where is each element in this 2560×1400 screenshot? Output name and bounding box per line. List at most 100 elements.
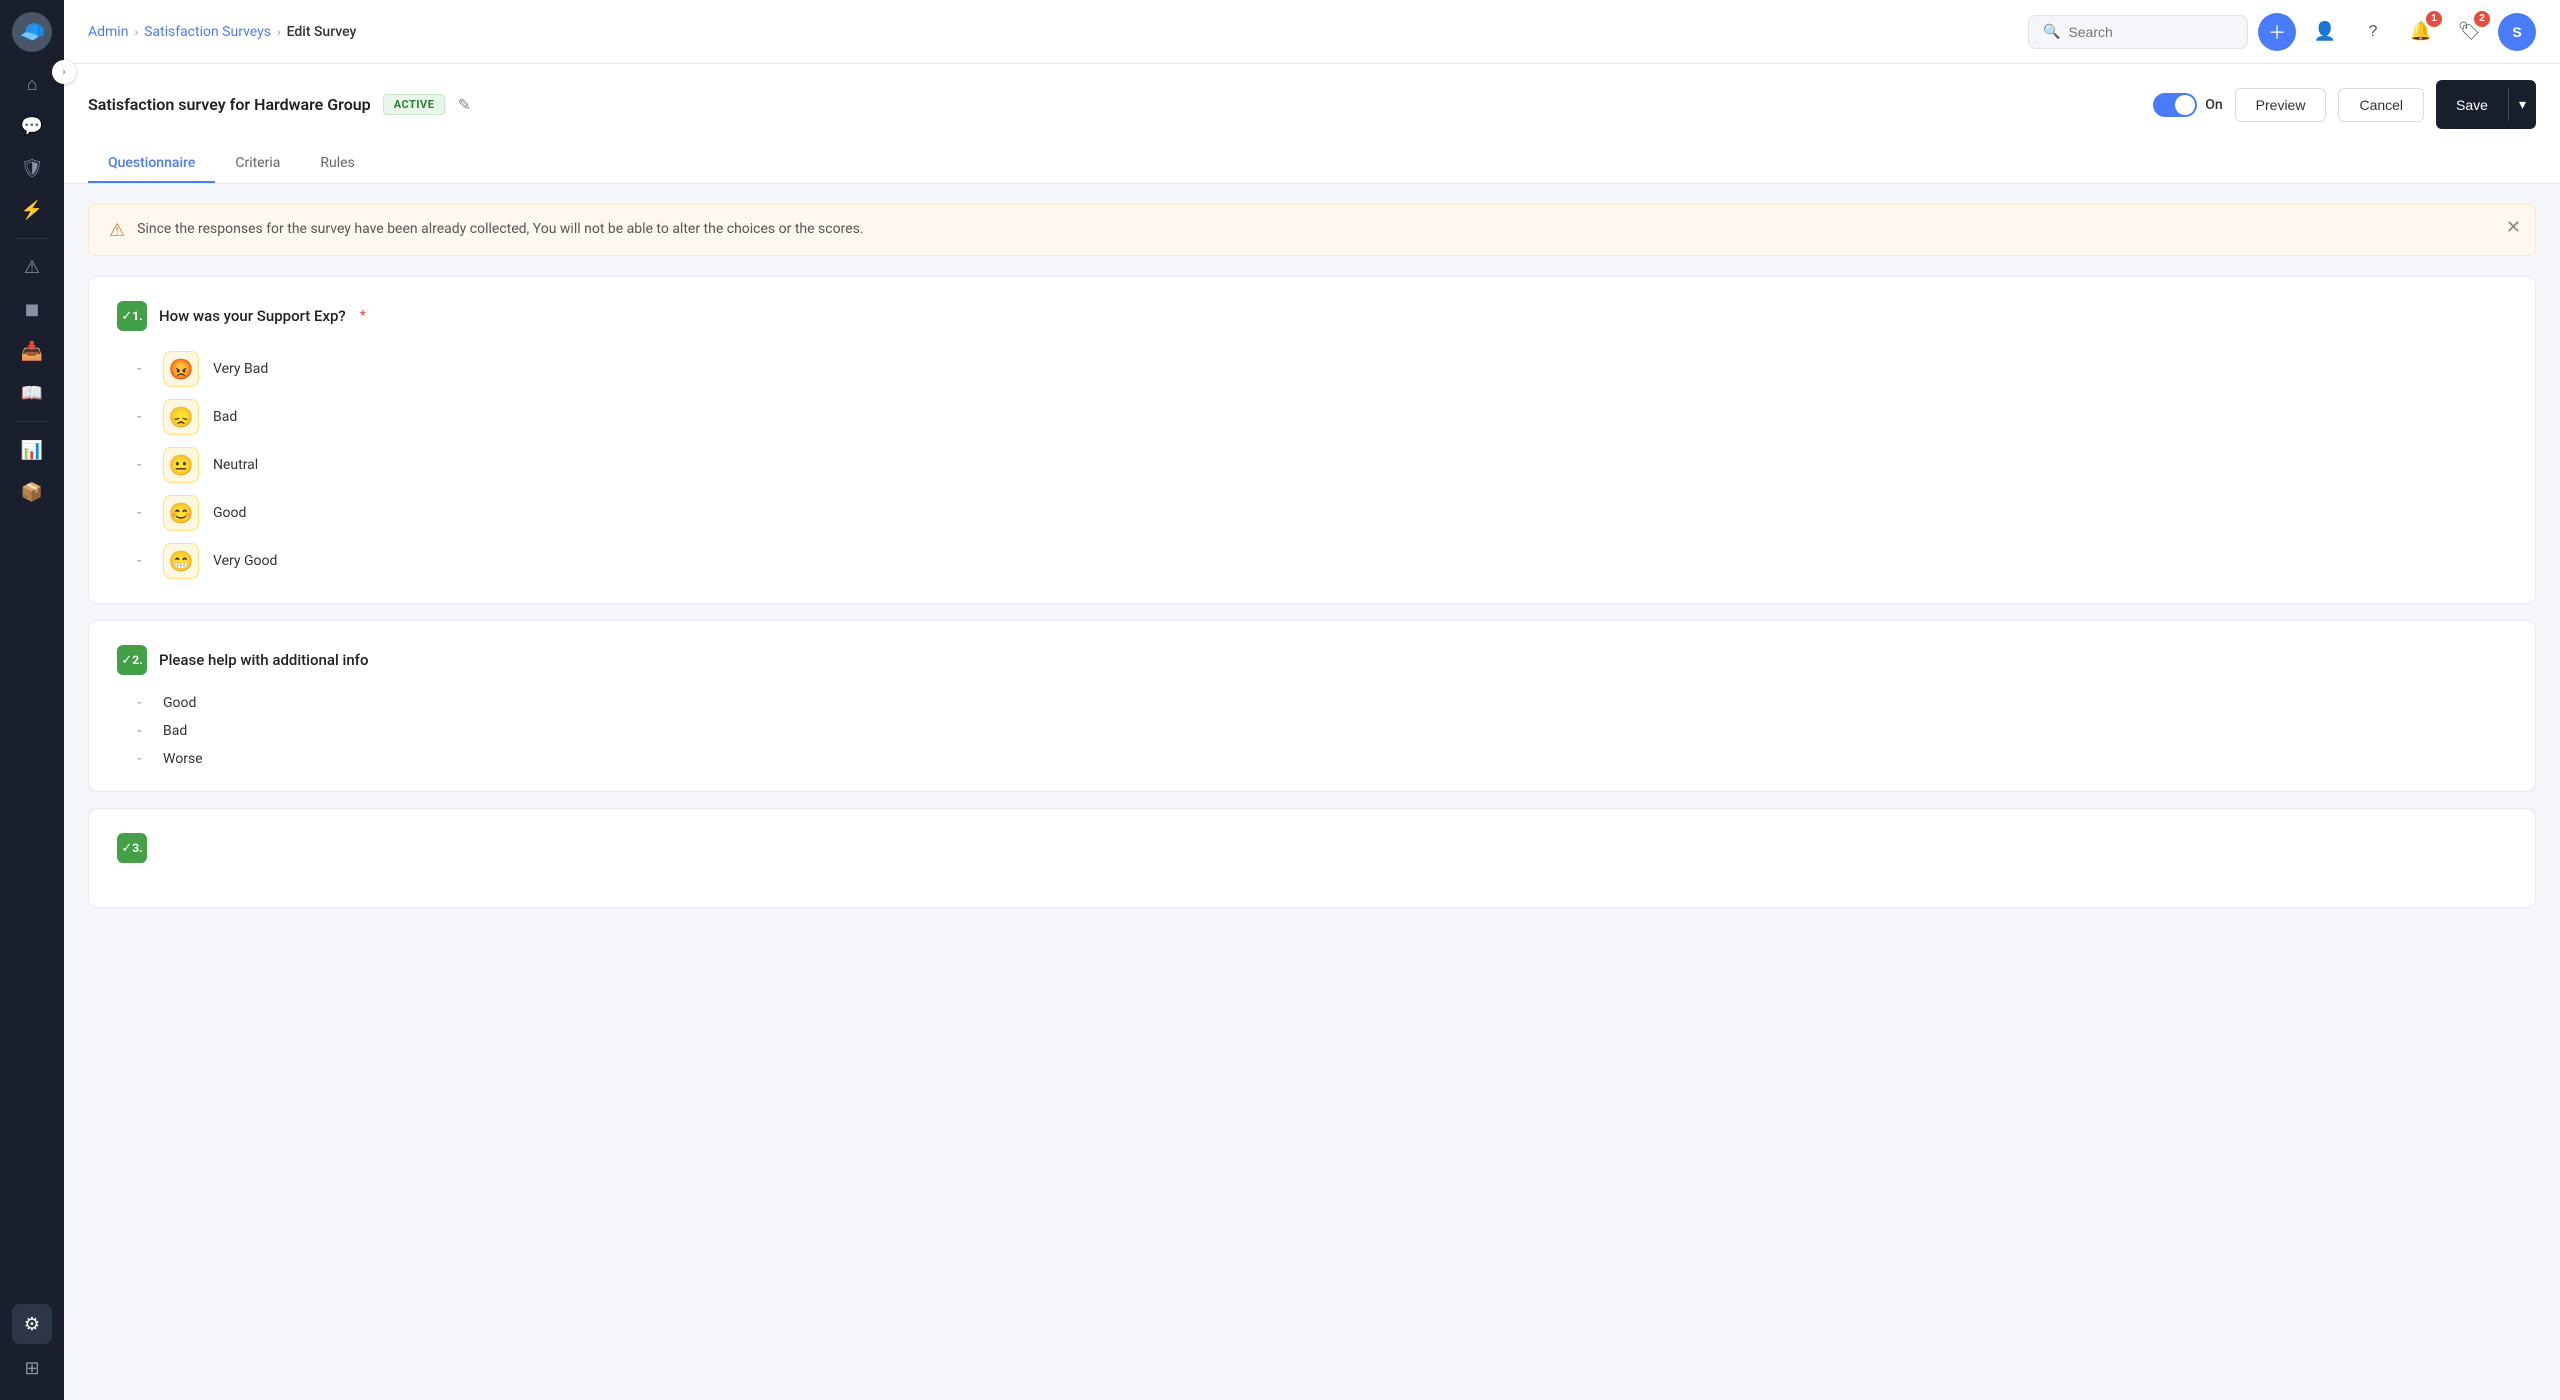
question-3-number: 3. — [132, 841, 142, 855]
sidebar-nav: ⌂ 💬 🛡 ⚡ ⚠ ◼ 📥 📖 📊 📦 — [0, 64, 64, 512]
question-3-header: ✓ 3. — [117, 833, 2507, 863]
question-2-answers: - Good - Bad - Worse — [117, 695, 2507, 767]
toggle-label: On — [2153, 93, 2222, 117]
status-badge: ACTIVE — [383, 94, 446, 115]
breadcrumb-sep-1: › — [134, 25, 138, 39]
answer-item-good: - 😊 Good — [137, 495, 2507, 531]
question-1-header: ✓ 1. How was your Support Exp? * — [117, 301, 2507, 331]
chart-icon[interactable]: 📊 — [12, 430, 52, 470]
save-button[interactable]: Save ▾ — [2436, 80, 2536, 129]
topnav: Admin › Satisfaction Surveys › Edit Surv… — [64, 0, 2560, 64]
emoji-very-good: 😁 — [163, 543, 199, 579]
breadcrumb-section[interactable]: Satisfaction Surveys — [144, 24, 271, 40]
layers-icon[interactable]: ◼ — [12, 289, 52, 329]
sidebar-toggle[interactable]: › — [52, 60, 76, 84]
main-content: Admin › Satisfaction Surveys › Edit Surv… — [64, 0, 2560, 1400]
question-2-number: 2. — [132, 653, 142, 667]
search-input[interactable] — [2068, 24, 2233, 40]
help-button[interactable]: ? — [2354, 13, 2392, 51]
answer-label-bad-2: Bad — [163, 723, 187, 739]
survey-tabs: Questionnaire Criteria Rules — [88, 145, 2536, 183]
edit-title-button[interactable]: ✎ — [457, 95, 470, 115]
sidebar-divider — [16, 238, 48, 239]
question-3-badge: ✓ 3. — [117, 833, 147, 863]
question-1-number: 1. — [132, 309, 142, 323]
active-toggle[interactable] — [2153, 93, 2197, 117]
shield-icon[interactable]: 🛡 — [12, 148, 52, 188]
answer-item-worse-2: - Worse — [137, 751, 2507, 767]
search-icon: 🔍 — [2043, 24, 2060, 40]
cancel-button[interactable]: Cancel — [2338, 88, 2424, 122]
question-card-2: ✓ 2. Please help with additional info - … — [88, 620, 2536, 792]
answer-item-bad-2: - Bad — [137, 723, 2507, 739]
alert-banner: ⚠ Since the responses for the survey hav… — [88, 204, 2536, 256]
breadcrumb-current: Edit Survey — [287, 24, 357, 40]
tab-questionnaire[interactable]: Questionnaire — [88, 145, 215, 183]
answer-item-very-bad: - 😡 Very Bad — [137, 351, 2507, 387]
survey-title: Satisfaction survey for Hardware Group — [88, 95, 371, 114]
question-1-answers: - 😡 Very Bad - 😞 Bad - 😐 Neutral — [117, 351, 2507, 579]
book-icon[interactable]: 📖 — [12, 373, 52, 413]
breadcrumb: Admin › Satisfaction Surveys › Edit Surv… — [88, 24, 2016, 40]
emoji-bad: 😞 — [163, 399, 199, 435]
notification-badge-2: 2 — [2474, 11, 2490, 27]
emoji-good: 😊 — [163, 495, 199, 531]
preview-button[interactable]: Preview — [2235, 88, 2327, 122]
answer-label-bad: Bad — [213, 409, 237, 425]
tab-rules[interactable]: Rules — [300, 145, 374, 183]
question-card-1: ✓ 1. How was your Support Exp? * - 😡 Ver… — [88, 276, 2536, 604]
sidebar-divider-2 — [16, 421, 48, 422]
question-2-text: Please help with additional info — [159, 651, 368, 669]
question-1-text: How was your Support Exp? — [159, 307, 346, 325]
search-box[interactable]: 🔍 — [2028, 15, 2248, 49]
notifications-button[interactable]: 🔔 1 — [2402, 13, 2440, 51]
answer-item-very-good: - 😁 Very Good — [137, 543, 2507, 579]
warning-icon[interactable]: ⚠ — [12, 247, 52, 287]
home-icon[interactable]: ⌂ — [12, 64, 52, 104]
grid-icon[interactable]: ⊞ — [12, 1348, 52, 1388]
tab-criteria[interactable]: Criteria — [215, 145, 300, 183]
apps-button[interactable]: 🏷 2 — [2450, 13, 2488, 51]
answer-label-neutral: Neutral — [213, 457, 258, 473]
topnav-actions: 🔍 ＋ 👤 ? 🔔 1 🏷 2 S — [2028, 13, 2536, 51]
answer-label-very-good: Very Good — [213, 553, 277, 569]
bolt-icon[interactable]: ⚡ — [12, 190, 52, 230]
answer-label-worse-2: Worse — [163, 751, 203, 767]
question-2-header: ✓ 2. Please help with additional info — [117, 645, 2507, 675]
survey-header: Satisfaction survey for Hardware Group A… — [64, 64, 2560, 184]
answer-label-good: Good — [213, 505, 246, 521]
sidebar: 🧢 › ⌂ 💬 🛡 ⚡ ⚠ ◼ 📥 📖 📊 📦 ⚙ ⊞ — [0, 0, 64, 1400]
survey-title-row: Satisfaction survey for Hardware Group A… — [88, 80, 2536, 129]
alert-icon: ⚠ — [109, 220, 125, 241]
agent-icon-button[interactable]: 👤 — [2306, 13, 2344, 51]
answer-label-very-bad: Very Bad — [213, 361, 268, 377]
question-2-badge: ✓ 2. — [117, 645, 147, 675]
save-button-label: Save — [2436, 89, 2508, 121]
user-avatar-button[interactable]: S — [2498, 13, 2536, 51]
answer-item-neutral: - 😐 Neutral — [137, 447, 2507, 483]
page-content: Satisfaction survey for Hardware Group A… — [64, 64, 2560, 1400]
settings-icon[interactable]: ⚙ — [12, 1304, 52, 1344]
chat-icon[interactable]: 💬 — [12, 106, 52, 146]
toggle-text: On — [2205, 97, 2222, 113]
toggle-knob — [2175, 95, 2195, 115]
sidebar-bottom: ⚙ ⊞ — [0, 1304, 64, 1388]
answer-item-good-2: - Good — [137, 695, 2507, 711]
answer-label-good-2: Good — [163, 695, 196, 711]
emoji-neutral: 😐 — [163, 447, 199, 483]
question-1-badge: ✓ 1. — [117, 301, 147, 331]
box-icon[interactable]: 📦 — [12, 472, 52, 512]
inbox-icon[interactable]: 📥 — [12, 331, 52, 371]
save-dropdown-arrow[interactable]: ▾ — [2508, 88, 2536, 121]
breadcrumb-admin[interactable]: Admin — [88, 24, 128, 40]
alert-text: Since the responses for the survey have … — [137, 219, 863, 240]
avatar: 🧢 — [12, 12, 52, 52]
emoji-very-bad: 😡 — [163, 351, 199, 387]
question-card-3: ✓ 3. — [88, 808, 2536, 908]
breadcrumb-sep-2: › — [277, 25, 281, 39]
required-star-1: * — [360, 308, 366, 324]
add-button[interactable]: ＋ — [2258, 13, 2296, 51]
answer-item-bad: - 😞 Bad — [137, 399, 2507, 435]
questions-area: ✓ 1. How was your Support Exp? * - 😡 Ver… — [64, 276, 2560, 932]
alert-close-button[interactable]: ✕ — [2506, 217, 2521, 238]
